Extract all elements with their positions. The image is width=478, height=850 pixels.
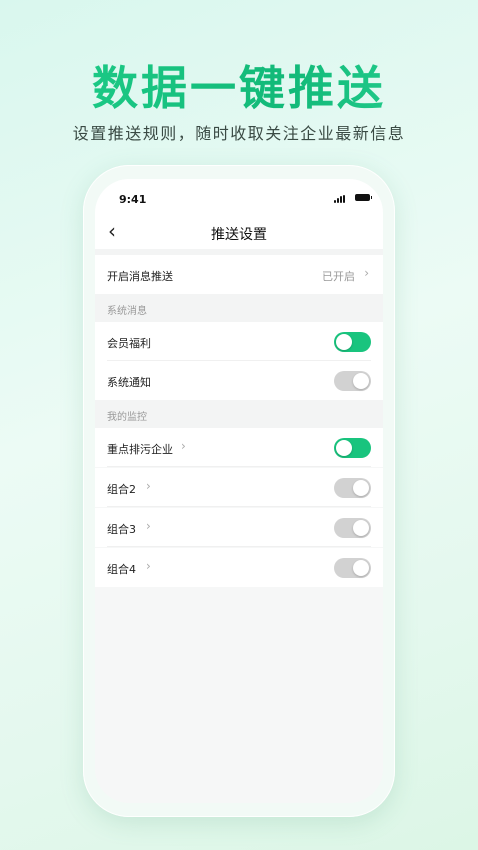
- toggle-switch[interactable]: [334, 332, 371, 352]
- toggle-switch[interactable]: [334, 438, 371, 458]
- battery-icon: [355, 194, 372, 201]
- item-label: 系统通知: [107, 376, 151, 389]
- divider: [107, 546, 371, 547]
- toggle-switch[interactable]: [334, 371, 371, 391]
- section-header-system: 系统消息: [95, 294, 383, 322]
- toggle-knob: [353, 520, 369, 536]
- toggle-knob: [353, 480, 369, 496]
- push-toggle-row[interactable]: 开启消息推送 已开启 ›: [95, 255, 383, 294]
- chevron-right-icon: ›: [181, 439, 186, 453]
- status-bar: 9:41: [95, 179, 383, 215]
- push-row-label: 开启消息推送: [107, 270, 173, 283]
- list-item-group-4[interactable]: 组合4 ›: [95, 548, 383, 587]
- item-label: 组合3: [107, 523, 136, 536]
- page-title: 推送设置: [211, 227, 267, 243]
- promo-headline: 数据一键推送: [0, 52, 478, 118]
- list-item-group-3[interactable]: 组合3 ›: [95, 508, 383, 547]
- toggle-knob: [353, 373, 369, 389]
- list-item-group-2[interactable]: 组合2 ›: [95, 468, 383, 507]
- item-label: 组合4: [107, 563, 136, 576]
- item-label: 重点排污企业: [107, 443, 173, 456]
- item-label: 会员福利: [107, 337, 151, 350]
- divider: [107, 506, 371, 507]
- toggle-knob: [336, 334, 352, 350]
- toggle-knob: [353, 560, 369, 576]
- phone-mockup: 9:41 ‹ 推送设置 开启消息推送 已开启 › 系统消息 会员福利 系统通知: [83, 165, 395, 817]
- status-time: 9:41: [119, 193, 147, 206]
- chevron-right-icon: ›: [146, 479, 151, 493]
- push-row-value: 已开启: [322, 270, 355, 283]
- signal-icon: [334, 195, 348, 203]
- divider: [107, 466, 371, 467]
- section-title: 系统消息: [107, 306, 147, 317]
- promo-subline: 设置推送规则，随时收取关注企业最新信息: [72, 124, 406, 143]
- toggle-switch[interactable]: [334, 478, 371, 498]
- section-title: 我的监控: [107, 412, 147, 423]
- list-item-key-polluters[interactable]: 重点排污企业 ›: [95, 428, 383, 467]
- toggle-knob: [336, 440, 352, 456]
- phone-screen: 9:41 ‹ 推送设置 开启消息推送 已开启 › 系统消息 会员福利 系统通知: [95, 179, 383, 803]
- list-item-system-notice: 系统通知: [95, 361, 383, 400]
- chevron-right-icon: ›: [364, 266, 369, 280]
- list-item-member-benefits: 会员福利: [95, 322, 383, 361]
- chevron-right-icon: ›: [146, 519, 151, 533]
- chevron-right-icon: ›: [146, 559, 151, 573]
- section-header-monitor: 我的监控: [95, 400, 383, 428]
- item-label: 组合2: [107, 483, 136, 496]
- toggle-switch[interactable]: [334, 518, 371, 538]
- nav-bar: ‹ 推送设置: [95, 215, 383, 249]
- toggle-switch[interactable]: [334, 558, 371, 578]
